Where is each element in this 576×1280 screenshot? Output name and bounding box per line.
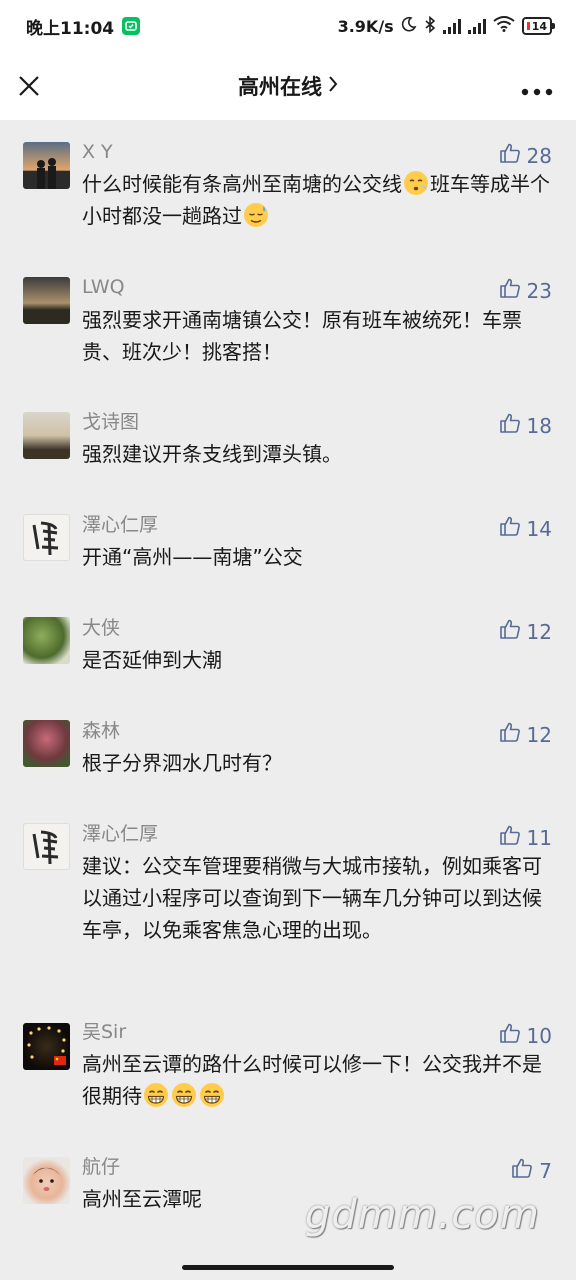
- comment-text: 根子分界泗水几时有？: [82, 751, 282, 775]
- nav-bar: 高州在线: [0, 52, 576, 120]
- comment-text: 强烈建议开条支线到潭头镇。: [82, 442, 342, 466]
- wechat-icon: [122, 17, 141, 35]
- more-icon[interactable]: [520, 82, 554, 96]
- avatar[interactable]: [23, 412, 70, 459]
- comment-nickname: X Y: [82, 141, 113, 163]
- avatar[interactable]: [23, 514, 70, 561]
- close-icon[interactable]: [17, 74, 41, 98]
- comment-nickname: 澤心仁厚: [82, 823, 159, 845]
- signal-hd-icon: [467, 18, 486, 34]
- like-count: 14: [526, 516, 552, 541]
- page-title[interactable]: 高州在线: [238, 71, 338, 101]
- thumbs-up-icon: [499, 618, 521, 645]
- like-count: 18: [526, 413, 552, 438]
- watermark: gdmm.com: [305, 1192, 540, 1238]
- like-button[interactable]: 23: [499, 277, 552, 304]
- comment-nickname: 吴Sir: [82, 1021, 127, 1043]
- like-count: 10: [526, 1023, 552, 1048]
- thumbs-up-icon: [499, 142, 521, 169]
- comment-nickname: 大侠: [82, 617, 121, 639]
- thumbs-up-icon: [499, 721, 521, 748]
- like-count: 7: [539, 1158, 552, 1183]
- like-button[interactable]: 11: [499, 824, 552, 851]
- comment-nickname: 森林: [82, 720, 121, 742]
- avatar[interactable]: [23, 823, 70, 870]
- grin-emoji-icon: [143, 1082, 169, 1108]
- avatar[interactable]: [23, 1023, 70, 1070]
- like-button[interactable]: 7: [511, 1157, 552, 1184]
- like-count: 28: [526, 143, 552, 168]
- like-button[interactable]: 12: [499, 721, 552, 748]
- thumbs-up-icon: [511, 1157, 533, 1184]
- grin-emoji-icon: [199, 1082, 225, 1108]
- avatar[interactable]: [23, 617, 70, 664]
- comment-text: 开通“高州——南塘”公交: [82, 545, 303, 569]
- battery-level: 14: [531, 19, 547, 33]
- comment-text: 建议：公交车管理要稍微与大城市接轨，例如乘客可以通过小程序可以查询到下一辆车几分…: [82, 854, 542, 942]
- thumbs-up-icon: [499, 412, 521, 439]
- page-title-text: 高州在线: [238, 75, 322, 99]
- comment-text: 高州至云谭的路什么时候可以修一下！公交我并不是很期待: [82, 1052, 542, 1108]
- like-button[interactable]: 14: [499, 515, 552, 542]
- status-time: 晚上11:04: [26, 18, 115, 39]
- like-button[interactable]: 10: [499, 1022, 552, 1049]
- wifi-icon: [493, 16, 515, 36]
- comment-text: 什么时候能有条高州至南塘的公交线 班车等成半个小时都没一趟路过: [82, 170, 550, 228]
- avatar[interactable]: [23, 1157, 70, 1204]
- net-speed: 3.9K/s: [337, 16, 394, 36]
- like-count: 12: [526, 722, 552, 747]
- grin-emoji-icon: [171, 1082, 197, 1108]
- avatar[interactable]: [23, 277, 70, 324]
- thumbs-up-icon: [499, 1022, 521, 1049]
- like-count: 23: [526, 278, 552, 303]
- battery-icon: 14: [521, 17, 556, 35]
- comment-text: 是否延伸到大潮: [82, 648, 222, 672]
- thumbs-up-icon: [499, 515, 521, 542]
- like-count: 12: [526, 619, 552, 644]
- comment-nickname: 航⁠仔: [82, 1156, 121, 1178]
- like-button[interactable]: 12: [499, 618, 552, 645]
- signal-icon: [442, 18, 461, 34]
- sweat-emoji-icon: [243, 202, 269, 228]
- like-count: 11: [526, 825, 552, 850]
- avatar[interactable]: [23, 720, 70, 767]
- chevron-right-icon: [328, 74, 338, 98]
- comment-nickname: 澤心仁厚: [82, 514, 159, 536]
- thumbs-up-icon: [499, 824, 521, 851]
- status-bar: 晚上11:04 3.9K/s 14: [0, 0, 576, 52]
- comment-text: 强烈要求开通南塘镇公交！原有班车被统死！车票贵、班次少！挑客搭！: [82, 308, 522, 364]
- bluetooth-icon: [424, 15, 436, 37]
- moon-icon: [401, 16, 417, 36]
- comment-nickname: LWQ: [82, 276, 125, 298]
- avatar[interactable]: [23, 142, 70, 189]
- like-button[interactable]: 18: [499, 412, 552, 439]
- like-button[interactable]: 28: [499, 142, 552, 169]
- home-indicator[interactable]: [182, 1265, 394, 1270]
- comment-nickname: 戈诗图: [82, 411, 140, 433]
- sigh-emoji-icon: [403, 170, 429, 196]
- thumbs-up-icon: [499, 277, 521, 304]
